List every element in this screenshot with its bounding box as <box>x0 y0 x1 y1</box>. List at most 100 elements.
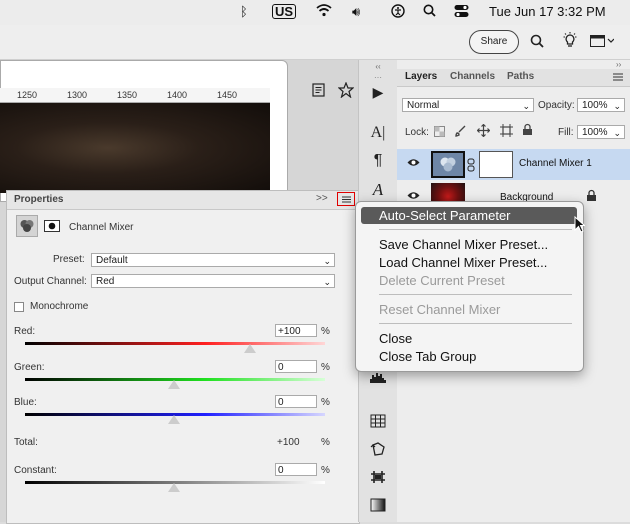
blue-value-field[interactable]: 0 <box>275 395 317 408</box>
swatches-grid-icon[interactable] <box>359 414 397 433</box>
input-source-indicator[interactable]: US <box>272 4 297 19</box>
blend-mode-select[interactable]: Normal ⌄ <box>402 98 534 112</box>
search-icon[interactable] <box>530 34 544 51</box>
spotlight-search-icon[interactable] <box>423 4 436 20</box>
layers-panel-menu-icon[interactable] <box>612 72 624 85</box>
opacity-field[interactable]: 100% ⌄ <box>577 98 625 112</box>
preset-label: Preset: <box>53 254 85 265</box>
visibility-eye-icon[interactable] <box>407 158 420 170</box>
menu-separator <box>379 323 572 324</box>
horizontal-ruler: 1250 1300 1350 1400 1450 <box>0 88 270 103</box>
constant-slider-thumb[interactable] <box>168 483 180 492</box>
menu-separator <box>379 294 572 295</box>
menu-item-save-preset[interactable]: Save Channel Mixer Preset... <box>379 237 548 252</box>
expand-arrows-icon[interactable]: ›› <box>616 60 621 69</box>
lock-pixels-brush-icon[interactable] <box>455 125 467 140</box>
green-value-field[interactable]: 0 <box>275 360 317 373</box>
grip-icon[interactable]: ⋯ <box>359 73 397 82</box>
chevron-down-icon: ⌄ <box>613 101 621 111</box>
green-slider-label: Green: <box>14 362 45 373</box>
lock-artboard-icon[interactable] <box>500 124 513 140</box>
blue-slider-thumb[interactable] <box>168 415 180 424</box>
output-channel-select-value: Red <box>96 276 115 287</box>
properties-toggle-icon[interactable] <box>312 83 325 100</box>
constant-value-field[interactable]: 0 <box>275 463 317 476</box>
monochrome-checkbox[interactable] <box>14 302 24 312</box>
ruler-tick-label: 1400 <box>167 90 188 100</box>
menu-item-auto-select-parameter[interactable]: Auto-Select Parameter <box>379 208 511 223</box>
mask-icon[interactable] <box>44 220 60 232</box>
menu-separator <box>379 229 572 230</box>
constant-unit-label: % <box>321 465 330 476</box>
tab-paths[interactable]: Paths <box>507 71 534 82</box>
histogram-icon[interactable] <box>359 370 397 388</box>
share-button[interactable]: Share <box>469 30 519 54</box>
preset-select[interactable]: Default ⌄ <box>91 253 335 267</box>
star-icon[interactable] <box>337 81 355 101</box>
lock-transparency-icon[interactable] <box>434 126 445 140</box>
total-unit-label: % <box>321 437 330 448</box>
tab-channels[interactable]: Channels <box>450 71 495 82</box>
menubar-clock[interactable]: Tue Jun 17 3:32 PM <box>489 4 606 19</box>
play-icon[interactable]: ▶ <box>359 84 397 101</box>
history-icon[interactable] <box>359 442 397 461</box>
red-value-field[interactable]: +100 <box>275 324 317 337</box>
red-slider-label: Red: <box>14 326 36 337</box>
red-slider-track[interactable] <box>25 342 325 345</box>
accessibility-icon[interactable] <box>391 4 405 21</box>
layer-row-channel-mixer[interactable]: Channel Mixer 1 <box>397 149 630 180</box>
total-label: Total: <box>14 437 38 448</box>
output-channel-select[interactable]: Red ⌄ <box>91 274 335 288</box>
blue-slider-label: Blue: <box>14 397 37 408</box>
discover-lightbulb-icon[interactable] <box>562 32 578 52</box>
collapse-panel-icon[interactable]: >> <box>316 193 328 204</box>
volume-icon[interactable]: 🔊︎ <box>352 4 360 20</box>
wifi-icon[interactable] <box>316 4 332 20</box>
ruler-tick-label: 1450 <box>217 90 238 100</box>
tab-layers[interactable]: Layers <box>405 71 437 82</box>
menu-item-load-preset[interactable]: Load Channel Mixer Preset... <box>379 255 547 270</box>
properties-tab[interactable]: Properties <box>14 194 63 205</box>
monochrome-label: Monochrome <box>30 301 89 312</box>
total-value: +100 <box>277 437 300 448</box>
blue-unit-label: % <box>321 397 330 408</box>
gradient-icon[interactable] <box>359 498 397 517</box>
properties-panel: Properties >> Channel Mixer Preset: Defa… <box>6 190 360 524</box>
properties-header: Properties >> <box>7 191 359 210</box>
channel-mixer-adjustment-icon[interactable] <box>16 215 38 237</box>
bluetooth-icon[interactable]: ᛒ <box>240 4 248 19</box>
layer-lock-icon <box>586 189 597 205</box>
blend-mode-value: Normal <box>407 100 440 111</box>
properties-panel-context-menu: Auto-Select Parameter Save Channel Mixer… <box>355 201 584 372</box>
green-slider-thumb[interactable] <box>168 380 180 389</box>
green-unit-label: % <box>321 362 330 373</box>
collapse-arrows-icon[interactable]: ‹‹ <box>359 62 397 71</box>
layer-name: Channel Mixer 1 <box>519 158 592 169</box>
red-unit-label: % <box>321 326 330 337</box>
lock-position-move-icon[interactable] <box>476 123 491 140</box>
link-chain-icon[interactable] <box>467 158 475 175</box>
grid-settings-icon[interactable] <box>359 470 397 489</box>
constant-slider-label: Constant: <box>14 465 57 476</box>
red-slider-thumb[interactable] <box>244 344 256 353</box>
opacity-label: Opacity: <box>538 100 575 111</box>
workspace-switcher-icon[interactable] <box>590 35 615 50</box>
paragraph-icon[interactable]: ¶ <box>359 152 397 170</box>
adjustment-name: Channel Mixer <box>69 222 134 233</box>
panel-menu-button[interactable] <box>337 192 355 206</box>
mouse-pointer-icon <box>574 215 586 236</box>
menu-item-close-tab-group[interactable]: Close Tab Group <box>379 349 476 364</box>
fill-value: 100% <box>582 127 608 138</box>
menu-item-delete-preset: Delete Current Preset <box>379 273 505 288</box>
layer-mask-thumbnail[interactable] <box>479 151 513 178</box>
chevron-down-icon: ⌄ <box>613 128 621 138</box>
lock-all-icon[interactable] <box>522 123 533 139</box>
menu-item-close[interactable]: Close <box>379 331 412 346</box>
adjustment-layer-thumbnail[interactable] <box>431 151 465 178</box>
preset-select-value: Default <box>96 255 128 266</box>
canvas-image[interactable] <box>0 103 270 193</box>
control-center-icon[interactable] <box>454 4 469 21</box>
glyphs-icon[interactable]: A <box>359 180 397 200</box>
fill-field[interactable]: 100% ⌄ <box>577 125 625 139</box>
character-panel-icon[interactable]: A| <box>359 124 397 142</box>
